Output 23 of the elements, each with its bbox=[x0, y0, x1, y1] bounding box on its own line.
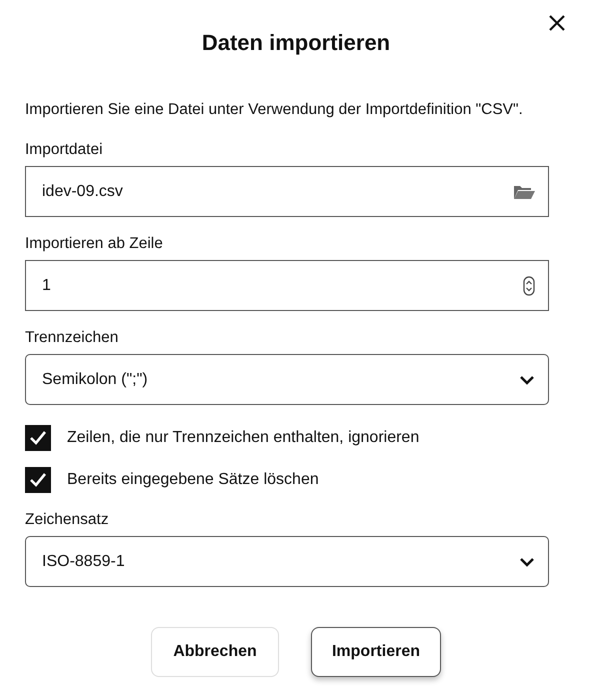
description-text: Importieren Sie eine Datei unter Verwendung der Importdefinition "CSV". bbox=[25, 100, 524, 120]
import-button[interactable]: Importieren bbox=[310, 627, 441, 677]
field-label: Importdatei bbox=[25, 140, 104, 160]
close-button[interactable] bbox=[548, 14, 566, 32]
chevron-down-icon[interactable] bbox=[519, 556, 535, 566]
checkbox-label: Bereits eingegebene Sätze löschen bbox=[67, 471, 319, 489]
dialog-title: Daten importieren bbox=[200, 30, 392, 56]
chevron-down-icon[interactable] bbox=[519, 374, 535, 384]
dropdown[interactable]: Semikolon (";") bbox=[25, 354, 549, 405]
checkmark-icon bbox=[29, 472, 47, 488]
folder-icon[interactable] bbox=[513, 184, 535, 200]
checkmark-icon bbox=[29, 430, 47, 446]
dropdown[interactable]: ISO-8859-1 bbox=[25, 536, 549, 587]
file-field[interactable]: idev-09.csv bbox=[25, 166, 549, 217]
number-field[interactable]: 1 bbox=[25, 260, 549, 311]
field-label: Zeichensatz bbox=[25, 510, 110, 530]
checkbox[interactable] bbox=[25, 425, 51, 451]
spinner-icon[interactable] bbox=[523, 276, 535, 296]
cancel-button[interactable]: Abbrechen bbox=[150, 627, 279, 677]
field-label: Trennzeichen bbox=[25, 328, 120, 348]
checkbox-label: Zeilen, die nur Trennzeichen enthalten, ignorieren bbox=[67, 429, 420, 447]
field-label: Importieren ab Zeile bbox=[25, 234, 164, 254]
checkbox[interactable] bbox=[25, 467, 51, 493]
